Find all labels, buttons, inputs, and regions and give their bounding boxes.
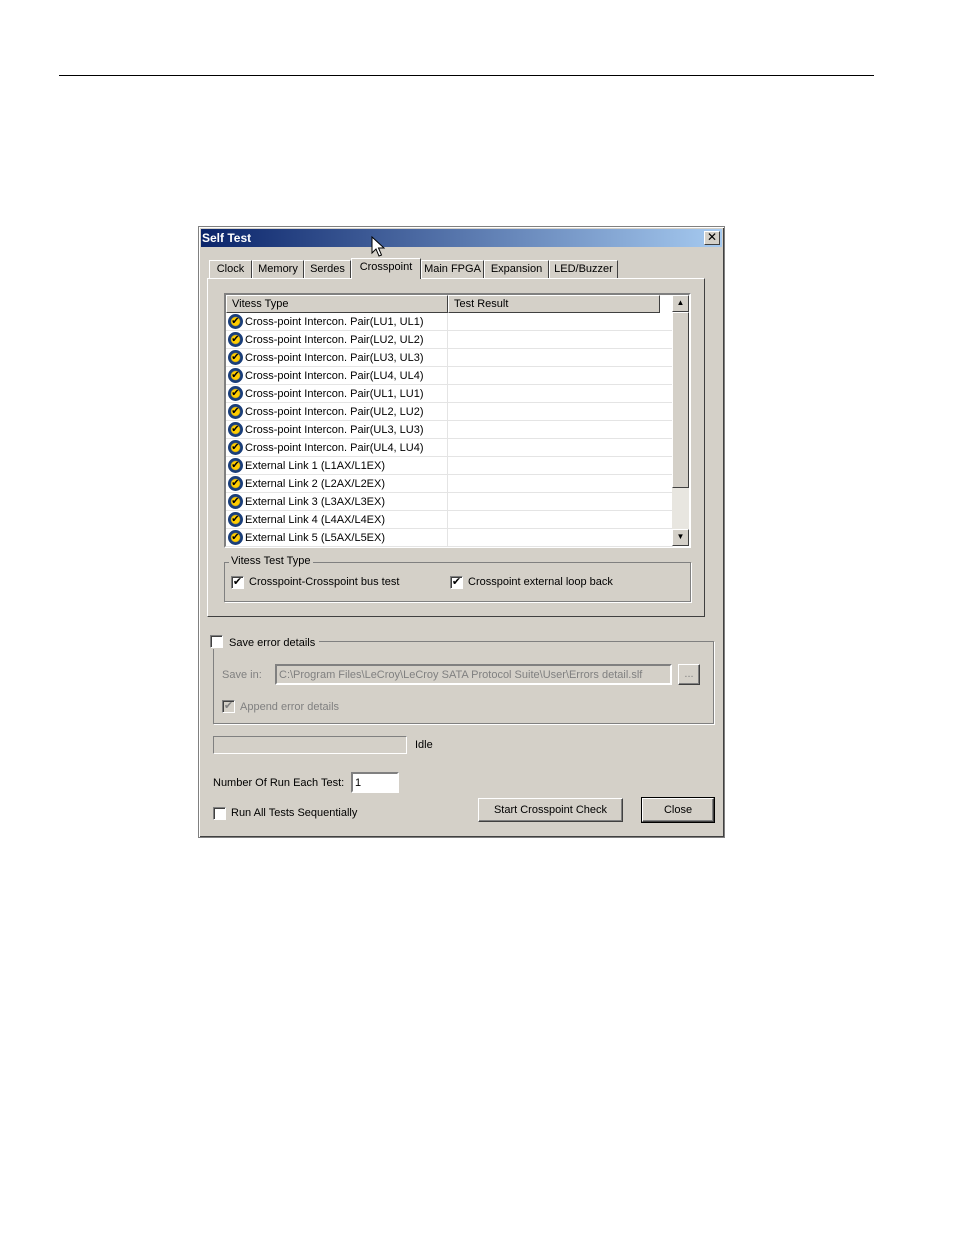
- list-item[interactable]: ✔ Cross-point Intercon. Pair(UL2, LU2): [226, 403, 673, 421]
- vitess-type-cell: External Link 1 (L1AX/L1EX): [245, 460, 386, 472]
- vitess-type-cell: Cross-point Intercon. Pair(LU3, UL3): [245, 352, 424, 364]
- tab-crosspoint[interactable]: Crosspoint: [351, 258, 421, 279]
- list-item[interactable]: ✔ External Link 4 (L4AX/L4EX): [226, 511, 673, 529]
- check-shield-icon: ✔: [228, 440, 243, 455]
- tab-clock[interactable]: Clock: [209, 260, 252, 279]
- list-item[interactable]: ✔ External Link 1 (L1AX/L1EX): [226, 457, 673, 475]
- column-vitess-type[interactable]: Vitess Type: [226, 295, 448, 313]
- status-text: Idle: [415, 739, 433, 751]
- vitess-type-cell: Cross-point Intercon. Pair(LU4, UL4): [245, 370, 424, 382]
- save-error-legend: Save error details: [208, 633, 320, 649]
- cell-divider: [447, 367, 448, 385]
- check-shield-icon: ✔: [228, 314, 243, 329]
- tab-memory[interactable]: Memory: [252, 260, 304, 279]
- vitess-type-cell: External Link 5 (L5AX/L5EX): [245, 532, 386, 544]
- list-scrollbar[interactable]: ▲ ▼: [672, 295, 689, 546]
- save-error-label: Save error details: [229, 637, 316, 649]
- check-shield-icon: ✔: [228, 458, 243, 473]
- tab-serdes[interactable]: Serdes: [304, 260, 351, 279]
- cell-divider: [447, 385, 448, 403]
- cell-divider: [447, 403, 448, 421]
- list-item[interactable]: ✔ External Link 5 (L5AX/L5EX): [226, 529, 673, 547]
- vitess-test-list[interactable]: Vitess Type Test Result ✔ Cross-point Int…: [224, 293, 691, 548]
- tab-main-fpga[interactable]: Main FPGA: [421, 260, 484, 279]
- scroll-thumb[interactable]: [672, 312, 689, 488]
- list-item[interactable]: ✔ Cross-point Intercon. Pair(LU4, UL4): [226, 367, 673, 385]
- save-error-group: Save error details Save in: C:\Program F…: [208, 633, 714, 724]
- vitess-type-cell: External Link 2 (L2AX/L2EX): [245, 478, 386, 490]
- vitess-type-cell: Cross-point Intercon. Pair(UL3, LU3): [245, 424, 424, 436]
- list-item[interactable]: ✔ Cross-point Intercon. Pair(UL3, LU3): [226, 421, 673, 439]
- vitess-type-cell: Cross-point Intercon. Pair(LU2, UL2): [245, 334, 424, 346]
- list-body: ✔ Cross-point Intercon. Pair(LU1, UL1) ✔ Cr…: [226, 313, 673, 547]
- group-legend: Vitess Test Type: [229, 555, 313, 567]
- progress-bar: [213, 736, 407, 754]
- loop-back-checkbox[interactable]: ✔: [450, 576, 463, 589]
- check-shield-icon: ✔: [228, 332, 243, 347]
- check-shield-icon: ✔: [228, 494, 243, 509]
- list-header: Vitess Type Test Result: [226, 295, 673, 313]
- vitess-type-cell: Cross-point Intercon. Pair(UL1, LU1): [245, 388, 424, 400]
- vitess-type-cell: Cross-point Intercon. Pair(UL2, LU2): [245, 406, 424, 418]
- cell-divider: [447, 493, 448, 511]
- start-crosspoint-button[interactable]: Start Crosspoint Check: [478, 798, 623, 822]
- window-close-icon[interactable]: ✕: [704, 231, 720, 245]
- check-shield-icon: ✔: [228, 368, 243, 383]
- check-shield-icon: ✔: [228, 530, 243, 545]
- cell-divider: [447, 529, 448, 547]
- list-item[interactable]: ✔ Cross-point Intercon. Pair(LU2, UL2): [226, 331, 673, 349]
- mouse-pointer-icon: [371, 236, 385, 257]
- vitess-type-cell: Cross-point Intercon. Pair(UL4, LU4): [245, 442, 424, 454]
- cell-divider: [447, 331, 448, 349]
- cell-divider: [447, 421, 448, 439]
- column-test-result[interactable]: Test Result: [448, 295, 660, 313]
- list-item[interactable]: ✔ Cross-point Intercon. Pair(LU1, UL1): [226, 313, 673, 331]
- check-shield-icon: ✔: [228, 512, 243, 527]
- vitess-type-cell: External Link 3 (L3AX/L3EX): [245, 496, 386, 508]
- scroll-down-icon[interactable]: ▼: [672, 529, 689, 546]
- bus-test-label: Crosspoint-Crosspoint bus test: [249, 576, 400, 588]
- append-label: Append error details: [240, 701, 340, 713]
- run-count-label: Number Of Run Each Test:: [213, 777, 345, 789]
- list-item[interactable]: ✔ External Link 2 (L2AX/L2EX): [226, 475, 673, 493]
- list-item[interactable]: ✔ External Link 3 (L3AX/L3EX): [226, 493, 673, 511]
- run-all-checkbox[interactable]: [213, 807, 226, 820]
- check-shield-icon: ✔: [228, 404, 243, 419]
- check-shield-icon: ✔: [228, 386, 243, 401]
- vitess-test-type-group: Vitess Test Type ✔ Crosspoint-Crosspoint…: [224, 555, 691, 602]
- save-error-checkbox[interactable]: [210, 635, 223, 648]
- tab-led-buzzer[interactable]: LED/Buzzer: [549, 260, 618, 279]
- save-in-label: Save in:: [222, 669, 262, 681]
- list-item[interactable]: ✔ Cross-point Intercon. Pair(UL1, LU1): [226, 385, 673, 403]
- check-shield-icon: ✔: [228, 350, 243, 365]
- check-shield-icon: ✔: [228, 422, 243, 437]
- cell-divider: [447, 511, 448, 529]
- loop-back-label: Crosspoint external loop back: [468, 576, 613, 588]
- title-bar[interactable]: Self Test ✕: [201, 229, 722, 247]
- cell-divider: [447, 457, 448, 475]
- window-title: Self Test: [202, 231, 252, 245]
- browse-button[interactable]: ...: [678, 664, 700, 685]
- tab-expansion[interactable]: Expansion: [484, 260, 549, 279]
- list-item[interactable]: ✔ Cross-point Intercon. Pair(LU3, UL3): [226, 349, 673, 367]
- bus-test-checkbox[interactable]: ✔: [231, 576, 244, 589]
- scroll-up-icon[interactable]: ▲: [672, 295, 689, 312]
- append-checkbox[interactable]: ✔: [222, 700, 235, 713]
- page-header-rule: [59, 75, 874, 76]
- cell-divider: [447, 439, 448, 457]
- check-shield-icon: ✔: [228, 476, 243, 491]
- crosspoint-panel: Vitess Type Test Result ✔ Cross-point Int…: [207, 278, 705, 617]
- cell-divider: [447, 475, 448, 493]
- save-path-input[interactable]: C:\Program Files\LeCroy\LeCroy SATA Prot…: [275, 664, 672, 685]
- run-all-label: Run All Tests Sequentially: [231, 807, 358, 819]
- cell-divider: [447, 349, 448, 367]
- cell-divider: [447, 313, 448, 331]
- vitess-type-cell: Cross-point Intercon. Pair(LU1, UL1): [245, 316, 424, 328]
- list-item[interactable]: ✔ Cross-point Intercon. Pair(UL4, LU4): [226, 439, 673, 457]
- close-button[interactable]: Close: [641, 797, 715, 823]
- run-count-input[interactable]: 1: [351, 772, 399, 793]
- vitess-type-cell: External Link 4 (L4AX/L4EX): [245, 514, 386, 526]
- self-test-dialog: Self Test ✕ Clock Memory Serdes Crosspoi…: [198, 226, 725, 838]
